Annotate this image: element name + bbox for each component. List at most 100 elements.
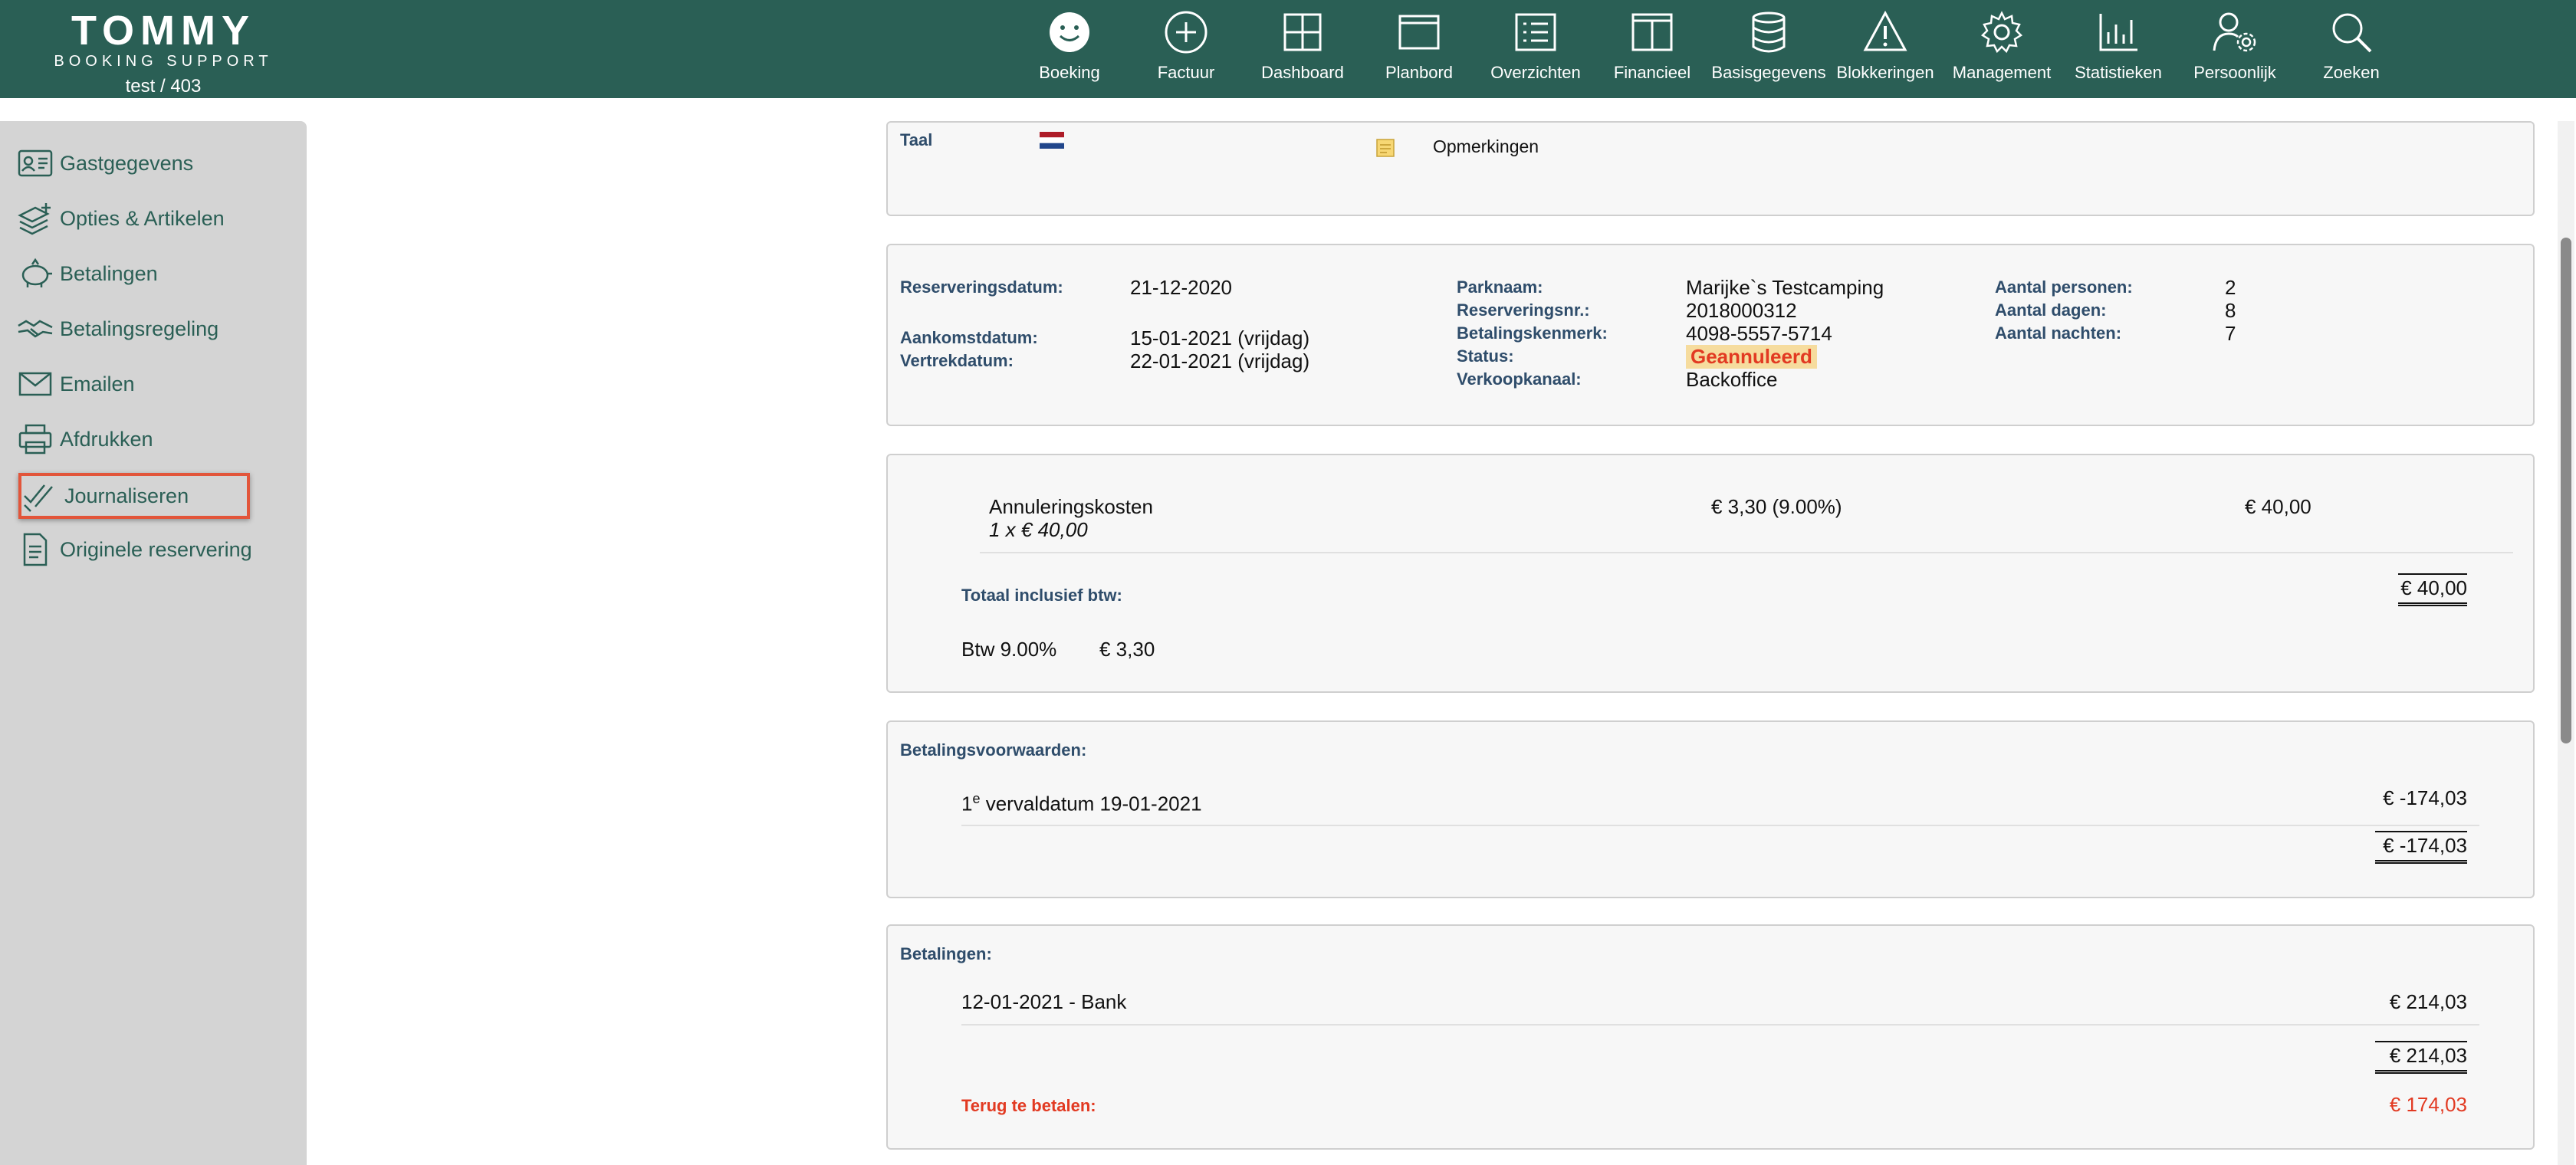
nav-overzichten[interactable]: Overzichten (1477, 0, 1594, 98)
double-check-icon (24, 484, 53, 512)
layers-plus-icon (18, 203, 51, 235)
bar-chart-icon (2099, 14, 2137, 51)
plus-circle-icon (1165, 11, 1208, 54)
nav-financieel[interactable]: Financieel (1594, 0, 1710, 98)
btw-value: € 3,30 (1099, 638, 1155, 661)
user-gear-icon (2213, 12, 2256, 52)
aantal-dagen-value: 8 (2225, 299, 2236, 322)
betalingen-title: Betalingen: (900, 944, 992, 963)
main-nav: Boeking Factuur Dashboard Planbord Overz… (1011, 0, 2410, 98)
row-divider (961, 1024, 2479, 1026)
note-icon[interactable] (1375, 138, 1395, 158)
costs-panel: Annuleringskosten 1 x € 40,00 € 3,30 (9.… (886, 454, 2535, 693)
reservation-details-panel: Reserveringsdatum: 21-12-2020 Aankomstda… (886, 244, 2535, 426)
columns-icon (1631, 13, 1673, 51)
status-label: Status: (1457, 346, 1514, 366)
cost-item-vat: € 3,30 (9.00%) (1711, 495, 1842, 518)
sidebar-item-betalingen[interactable]: Betalingen (17, 252, 158, 295)
nav-dashboard[interactable]: Dashboard (1244, 0, 1361, 98)
total-incl-btw-label: Totaal inclusief btw: (961, 586, 1122, 605)
sidebar-item-emailen[interactable]: Emailen (17, 363, 135, 405)
total-incl-btw-value: € 40,00 (2398, 573, 2467, 606)
sidebar-item-afdrukken[interactable]: Afdrukken (17, 418, 153, 461)
nav-label: Dashboard (1261, 63, 1344, 82)
verkoopkanaal-value: Backoffice (1686, 368, 1778, 391)
nav-basisgegevens[interactable]: Basisgegevens (1710, 0, 1827, 98)
window-icon (1398, 15, 1440, 50)
opmerkingen-label[interactable]: Opmerkingen (1433, 136, 1539, 157)
logo[interactable]: TOMMY BOOKING SUPPORT test / 403 (37, 9, 290, 98)
sidebar-item-betalingsregeling[interactable]: Betalingsregeling (17, 307, 219, 350)
aantal-personen-value: 2 (2225, 276, 2236, 299)
nav-blokkeringen[interactable]: Blokkeringen (1827, 0, 1944, 98)
payment-row-amount: € 214,03 (2389, 990, 2467, 1013)
due-date-row: 1e vervaldatum 19-01-2021 (961, 791, 1202, 816)
current-user: test / 403 (125, 76, 202, 97)
nav-factuur[interactable]: Factuur (1128, 0, 1244, 98)
sidebar-item-label: Opties & Artikelen (60, 206, 225, 230)
nav-label: Basisgegevens (1711, 63, 1826, 82)
database-icon (1752, 11, 1786, 53)
sidebar-item-journaliseren[interactable]: Journaliseren (18, 473, 251, 519)
btw-label: Btw 9.00% (961, 638, 1057, 661)
nav-zoeken[interactable]: Zoeken (2293, 0, 2410, 98)
betalingsvoorwaarden-title: Betalingsvoorwaarden: (900, 740, 1087, 760)
aankomstdatum-value: 15-01-2021 (vrijdag) (1130, 327, 1310, 350)
sidebar-item-label: Gastgegevens (60, 151, 194, 175)
vertrekdatum-value: 22-01-2021 (vrijdag) (1130, 350, 1310, 372)
payments-panel: Betalingen: 12-01-2021 - Bank € 214,03 €… (886, 924, 2535, 1150)
row-divider (961, 825, 2479, 826)
sidebar-item-opties-artikelen[interactable]: Opties & Artikelen (17, 197, 225, 240)
aantal-dagen-label: Aantal dagen: (1995, 300, 2107, 320)
reserveringsdatum-label: Reserveringsdatum: (900, 277, 1063, 297)
envelope-icon (18, 372, 52, 396)
sidebar-item-originele-reservering[interactable]: Originele reservering (17, 528, 252, 571)
status-badge: Geannuleerd (1686, 345, 1817, 369)
cost-item-name: Annuleringskosten (989, 495, 1153, 518)
scrollbar-thumb[interactable] (2561, 238, 2571, 743)
due-date-text: vervaldatum 19-01-2021 (980, 792, 1202, 816)
piggy-bank-icon (21, 258, 52, 287)
nav-label: Overzichten (1490, 63, 1581, 82)
nav-label: Statistieken (2075, 63, 2162, 82)
document-icon (23, 533, 48, 566)
aantal-nachten-label: Aantal nachten: (1995, 323, 2122, 343)
aantal-personen-label: Aantal personen: (1995, 277, 2133, 297)
sidebar-item-label: Afdrukken (60, 427, 153, 451)
search-icon (2332, 13, 2372, 53)
nav-label: Zoeken (2323, 63, 2380, 82)
terug-te-betalen-amount: € 174,03 (2389, 1093, 2467, 1116)
dutch-flag-icon[interactable] (1040, 132, 1064, 149)
nav-statistieken[interactable]: Statistieken (2060, 0, 2177, 98)
smiley-icon (1050, 12, 1089, 52)
nav-planbord[interactable]: Planbord (1361, 0, 1477, 98)
nav-label: Blokkeringen (1836, 63, 1934, 82)
sidebar-item-label: Emailen (60, 372, 135, 395)
nav-boeking[interactable]: Boeking (1011, 0, 1128, 98)
nav-label: Factuur (1157, 63, 1215, 82)
payment-conditions-panel: Betalingsvoorwaarden: 1e vervaldatum 19-… (886, 720, 2535, 898)
payments-total: € 214,03 (2375, 1041, 2467, 1074)
nav-management[interactable]: Management (1944, 0, 2060, 98)
due-date-amount: € -174,03 (2383, 786, 2467, 809)
row-divider (980, 552, 2513, 553)
vertrekdatum-label: Vertrekdatum: (900, 351, 1014, 370)
sidebar: Gastgegevens Opties & Artikelen Betaling… (0, 121, 307, 1165)
sidebar-item-label: Originele reservering (60, 537, 252, 561)
sidebar-item-gastgegevens[interactable]: Gastgegevens (17, 142, 193, 185)
sidebar-item-label: Journaliseren (64, 484, 189, 507)
nav-label: Persoonlijk (2193, 63, 2276, 82)
handshake-icon (18, 320, 53, 338)
nav-label: Financieel (1613, 63, 1691, 82)
due-date-ordinal-suffix: e (972, 791, 981, 806)
reserveringsnr-value: 2018000312 (1686, 299, 1797, 322)
cost-item-amount: € 40,00 (2245, 495, 2312, 518)
logo-wordmark: TOMMY (71, 8, 255, 54)
nav-persoonlijk[interactable]: Persoonlijk (2177, 0, 2293, 98)
logo-tagline: BOOKING SUPPORT (54, 53, 273, 70)
parknaam-label: Parknaam: (1457, 277, 1543, 297)
terug-te-betalen-label: Terug te betalen: (961, 1096, 1096, 1115)
taal-label: Taal (900, 130, 933, 149)
grid-icon (1283, 13, 1322, 51)
betalingskenmerk-value: 4098-5557-5714 (1686, 322, 1832, 345)
